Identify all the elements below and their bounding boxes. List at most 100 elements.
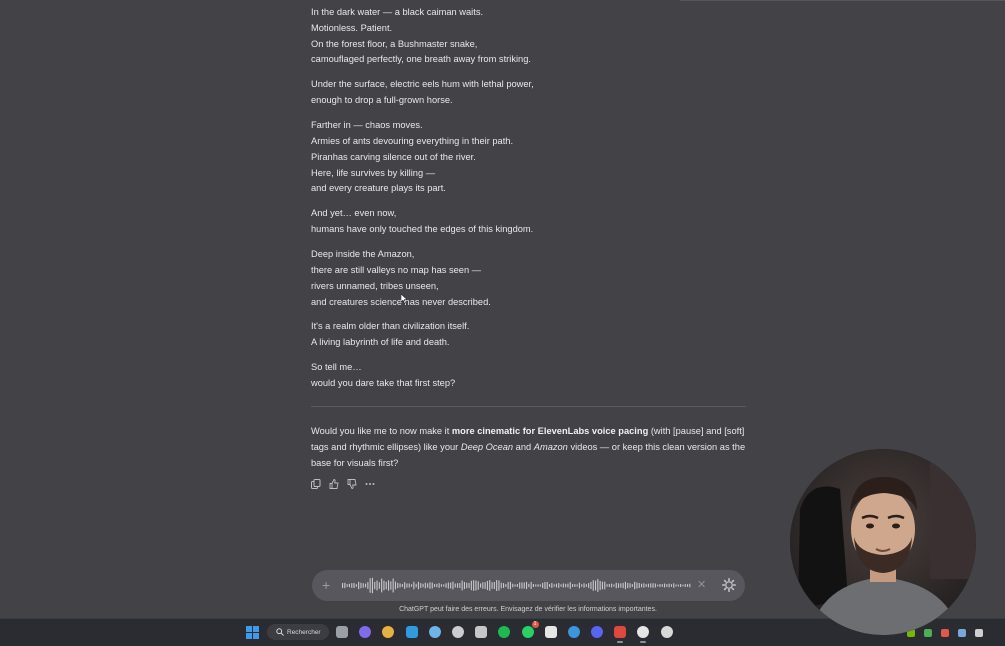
thumbs-up-button[interactable] bbox=[329, 478, 339, 490]
waveform-bar bbox=[526, 581, 528, 590]
waveform-bar bbox=[397, 582, 399, 589]
waveform-bar bbox=[661, 584, 663, 587]
waveform-bar bbox=[436, 583, 438, 588]
waveform-bar bbox=[657, 584, 659, 587]
waveform-bar bbox=[470, 580, 472, 591]
waveform-bar bbox=[493, 581, 495, 590]
waveform-bar bbox=[450, 582, 452, 589]
cancel-recording-button[interactable]: ✕ bbox=[697, 578, 706, 592]
taskbar-app[interactable] bbox=[404, 624, 420, 640]
system-tray bbox=[905, 627, 984, 638]
copy-button[interactable] bbox=[311, 478, 321, 490]
waveform-bar bbox=[344, 582, 346, 589]
waveform-bar bbox=[408, 583, 410, 588]
file-explorer-icon bbox=[382, 626, 395, 638]
waveform-bar bbox=[532, 583, 534, 588]
taskbar-app[interactable] bbox=[357, 624, 373, 640]
taskbar-app[interactable] bbox=[566, 624, 582, 640]
followup-text: Would you like me to now make it bbox=[311, 426, 452, 436]
waveform-bar bbox=[595, 580, 597, 591]
store-icon bbox=[451, 626, 464, 638]
taskbar-search[interactable]: Rechercher bbox=[267, 624, 329, 640]
taskbar-app[interactable] bbox=[635, 624, 651, 643]
poem-line: Motionless. Patient. bbox=[311, 22, 393, 33]
vscode-icon bbox=[567, 626, 580, 638]
taskbar-app[interactable] bbox=[427, 624, 443, 640]
waveform-bar bbox=[613, 584, 615, 587]
waveform-bar bbox=[606, 584, 608, 587]
waveform-bar bbox=[420, 583, 422, 588]
waveform-bar bbox=[484, 582, 486, 589]
plus-icon[interactable]: + bbox=[322, 577, 330, 593]
more-options-button[interactable] bbox=[365, 478, 375, 490]
waveform-bar bbox=[682, 584, 684, 587]
waveform-bar bbox=[611, 583, 613, 588]
taskbar-app[interactable] bbox=[659, 624, 675, 640]
waveform-bar bbox=[475, 580, 477, 591]
waveform-bar bbox=[378, 582, 380, 589]
waveform-bar bbox=[631, 584, 633, 587]
poem-line: rivers unnamed, tribes unseen, bbox=[311, 280, 439, 291]
shield-icon-glyph bbox=[923, 628, 932, 637]
voice-waveform bbox=[342, 577, 691, 594]
message-actions bbox=[311, 478, 375, 490]
waveform-bar bbox=[578, 582, 580, 589]
network-icon[interactable] bbox=[956, 627, 967, 638]
waveform-bar bbox=[565, 583, 567, 588]
waveform-bar bbox=[670, 584, 672, 587]
taskbar-app[interactable] bbox=[543, 624, 559, 640]
waveform-bar bbox=[638, 583, 640, 588]
poem-line: would you dare take that first step? bbox=[311, 378, 456, 389]
poem-line: humans have only touched the edges of th… bbox=[311, 224, 534, 235]
paint-icon bbox=[428, 626, 441, 638]
followup-italic-text: Amazon bbox=[533, 442, 568, 452]
composer[interactable]: + ✕ bbox=[312, 570, 745, 601]
waveform-bar bbox=[390, 581, 392, 590]
waveform-bar bbox=[622, 582, 624, 589]
waveform-bar bbox=[659, 583, 661, 588]
waveform-bar bbox=[627, 582, 629, 589]
waveform-bar bbox=[500, 582, 502, 589]
taskbar-app[interactable] bbox=[612, 624, 628, 643]
waveform-bar bbox=[429, 582, 431, 589]
waveform-bar bbox=[516, 584, 518, 587]
thumbs-up-icon bbox=[329, 479, 339, 489]
microphone-icon[interactable] bbox=[939, 627, 950, 638]
taskbar-apps: 1 bbox=[334, 621, 675, 643]
windows-start-icon[interactable] bbox=[246, 626, 259, 639]
waveform-bar bbox=[652, 583, 654, 588]
poem-stanza: So tell me… would you dare take that firs… bbox=[311, 360, 746, 392]
shield-icon[interactable] bbox=[922, 627, 933, 638]
taskbar-app[interactable] bbox=[380, 624, 396, 640]
taskbar-app[interactable] bbox=[473, 624, 489, 640]
taskbar-app[interactable]: 1 bbox=[520, 621, 539, 640]
waveform-bar bbox=[643, 583, 645, 588]
taskbar-app[interactable] bbox=[334, 624, 350, 640]
taskbar-app[interactable] bbox=[496, 624, 512, 640]
waveform-bar bbox=[413, 581, 415, 590]
waveform-bar bbox=[567, 583, 569, 588]
poem-line: camouflaged perfectly, one breath away f… bbox=[311, 54, 531, 65]
waveform-bar bbox=[401, 584, 403, 587]
gear-icon[interactable] bbox=[722, 578, 736, 592]
poem-stanza: And yet… even now, humans have only touch… bbox=[311, 206, 746, 238]
waveform-bar bbox=[417, 581, 419, 590]
thumbs-down-button[interactable] bbox=[347, 478, 357, 490]
waveform-bar bbox=[424, 582, 426, 589]
followup-paragraph: Would you like me to now make it more ci… bbox=[311, 423, 751, 471]
poem-line: and every creature plays its part. bbox=[311, 183, 446, 194]
mouse-cursor bbox=[401, 294, 408, 304]
whatsapp-icon bbox=[521, 626, 534, 638]
waveform-bar bbox=[394, 581, 396, 590]
waveform-bar bbox=[376, 580, 378, 591]
waveform-bar bbox=[489, 580, 491, 591]
waveform-bar bbox=[530, 582, 532, 589]
printer-icon[interactable] bbox=[973, 627, 984, 638]
taskbar-app[interactable] bbox=[589, 624, 605, 640]
waveform-bar bbox=[459, 583, 461, 588]
waveform-bar bbox=[353, 582, 355, 589]
taskbar-app[interactable] bbox=[450, 624, 466, 640]
chrome-icon bbox=[614, 626, 627, 638]
capcut-icon bbox=[544, 626, 557, 638]
waveform-bar bbox=[399, 583, 401, 588]
